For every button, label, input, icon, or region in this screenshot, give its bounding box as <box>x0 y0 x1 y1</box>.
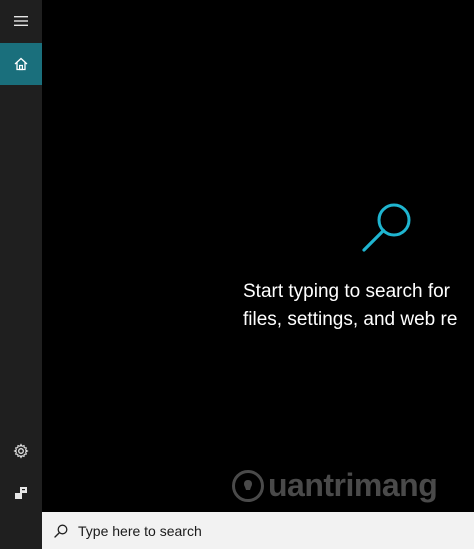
hint-line-1: Start typing to search for <box>243 281 450 302</box>
search-home-panel: Start typing to search for files, settin… <box>42 0 474 512</box>
menu-button[interactable] <box>0 0 42 42</box>
search-icon <box>54 524 68 538</box>
taskbar-search-box[interactable] <box>42 512 474 549</box>
feedback-button[interactable] <box>0 472 42 514</box>
search-input[interactable] <box>76 521 440 540</box>
home-button[interactable] <box>0 43 42 85</box>
feedback-icon <box>15 487 27 499</box>
hint-line-2: files, settings, and web re <box>243 309 458 330</box>
home-icon <box>14 57 28 71</box>
magnifier-icon <box>362 203 411 252</box>
hamburger-icon <box>14 16 28 26</box>
settings-button[interactable] <box>0 430 42 472</box>
watermark: uantrimang <box>232 467 438 504</box>
search-hint-text: Start typing to search for files, settin… <box>243 278 457 334</box>
watermark-logo-icon <box>232 469 264 502</box>
sidebar <box>0 0 42 549</box>
watermark-text: uantrimang <box>268 467 438 503</box>
gear-icon <box>13 443 29 459</box>
